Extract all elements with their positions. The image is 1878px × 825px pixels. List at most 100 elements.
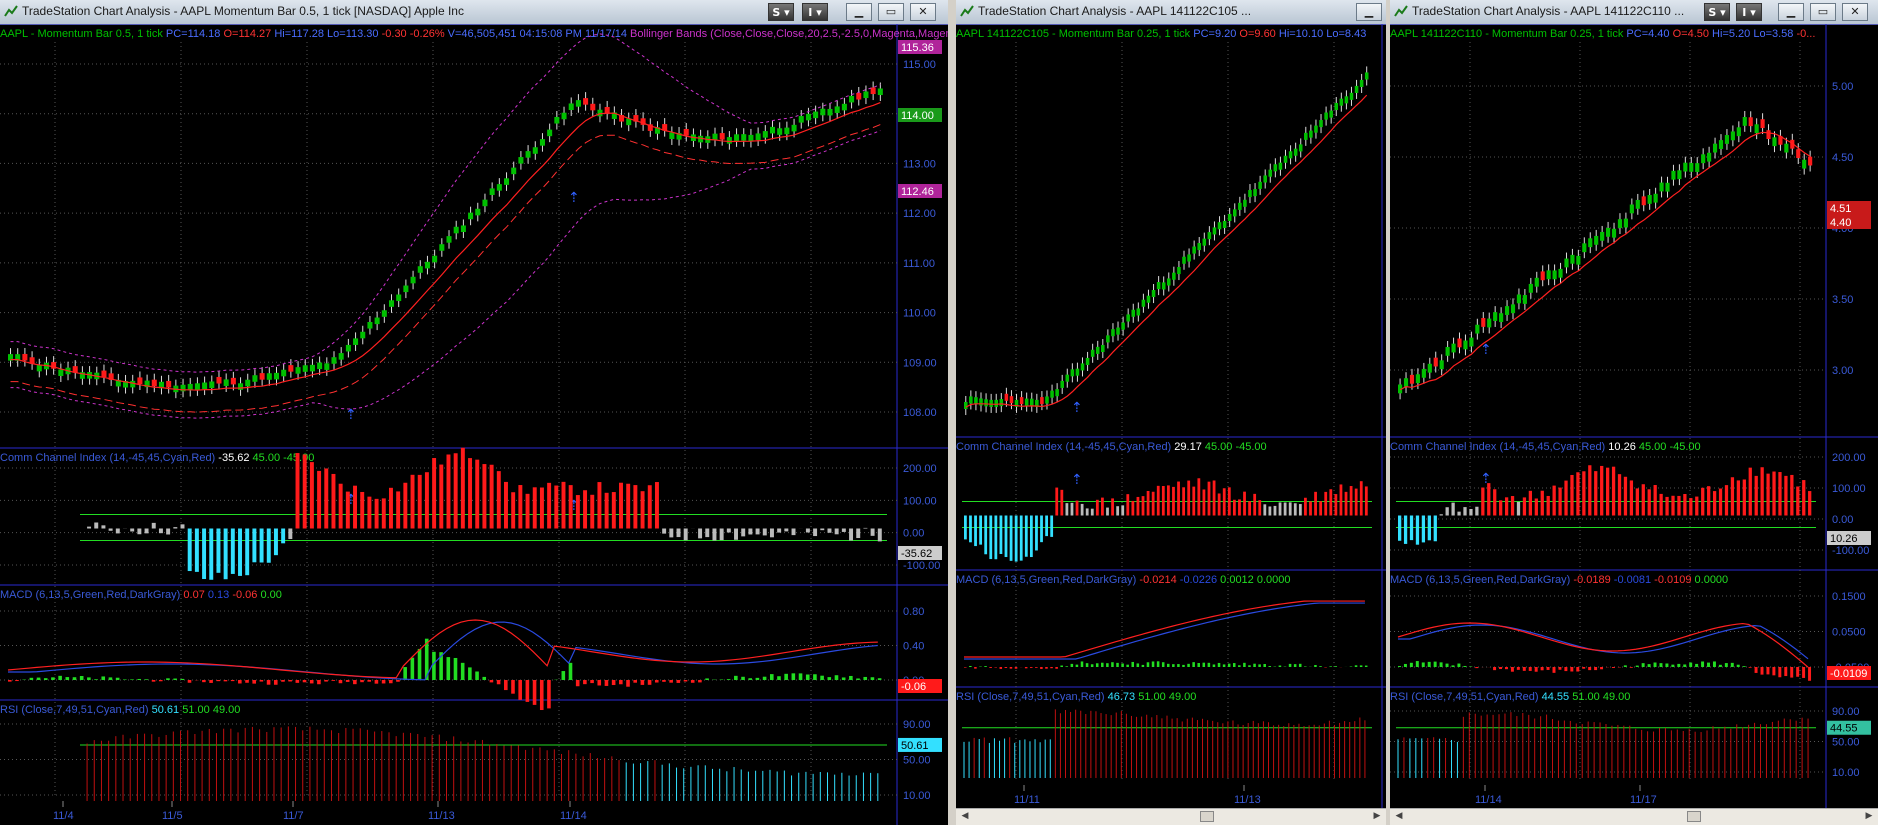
close-button[interactable]: ✕	[910, 3, 936, 21]
scroll-thumb[interactable]	[1687, 811, 1701, 822]
cci-bar	[863, 527, 868, 529]
minimize-button[interactable]: ▁	[1356, 3, 1382, 21]
cci-bar	[969, 515, 972, 543]
candlestick	[1742, 116, 1747, 126]
candlestick	[1304, 132, 1308, 140]
candlestick	[266, 373, 272, 380]
macd-histogram-bar	[1288, 663, 1292, 667]
axis-tick-label: 109.00	[903, 357, 937, 369]
cci-bar	[1606, 467, 1610, 516]
macd-histogram-bar	[1510, 667, 1514, 672]
cci-bar	[1457, 511, 1461, 516]
candlestick	[1600, 231, 1605, 241]
macd-histogram-bar	[1445, 663, 1449, 667]
candlestick	[1433, 357, 1438, 367]
chart-canvas[interactable]: AAPL 141122C105 - Momentum Bar 0.25, 1 t…	[956, 24, 1386, 809]
candlestick	[1493, 312, 1498, 321]
candlestick	[1095, 346, 1100, 354]
window-titlebar[interactable]: TradeStation Chart Analysis - AAPL 14112…	[956, 0, 1386, 25]
macd-histogram-bar	[561, 671, 566, 680]
maximize-button[interactable]: ▭	[1810, 3, 1836, 21]
cci-bar	[1268, 506, 1272, 516]
macd-histogram-bar	[1736, 664, 1740, 667]
cci-bar	[1463, 507, 1467, 516]
chart-canvas[interactable]: AAPL 141122C110 - Momentum Bar 0.25, 1 t…	[1390, 24, 1878, 809]
candlestick	[741, 134, 747, 141]
scroll-left-icon[interactable]: ◀	[1392, 810, 1406, 823]
macd-histogram-bar	[223, 680, 228, 682]
macd-histogram-bar	[877, 678, 882, 680]
cci-bar	[1187, 480, 1191, 516]
maximize-icon: ▭	[1817, 5, 1829, 18]
cci-bar	[698, 528, 703, 539]
macd-histogram-bar	[1060, 665, 1063, 667]
candlestick	[856, 92, 862, 100]
cci-bar	[532, 487, 537, 529]
macd-histogram-bar	[1197, 663, 1200, 667]
cci-bar	[827, 528, 832, 533]
cci-bar	[1126, 494, 1130, 516]
minimize-button[interactable]: ▁	[846, 3, 872, 21]
cci-bar	[834, 528, 839, 535]
scroll-left-icon[interactable]: ◀	[958, 810, 972, 823]
header-value: 0.0000	[1254, 574, 1291, 586]
candlestick	[1689, 162, 1694, 172]
macd-histogram-bar	[1222, 664, 1226, 667]
macd-histogram-bar	[1748, 667, 1752, 668]
scroll-right-icon[interactable]: ▶	[1862, 810, 1876, 823]
window-titlebar[interactable]: TradeStation Chart Analysis - AAPL 14112…	[1390, 0, 1878, 25]
horizontal-scrollbar[interactable]: ◀ ▶	[1390, 808, 1878, 825]
date-label: 11/13	[1234, 794, 1261, 806]
cci-bar	[1695, 496, 1699, 516]
date-label: 11/4	[53, 810, 74, 822]
cci-bar	[1258, 500, 1262, 516]
cci-bar	[1504, 497, 1509, 516]
close-button[interactable]: ✕	[1842, 3, 1868, 21]
macd-histogram-bar	[590, 680, 594, 684]
macd-histogram-bar	[1293, 664, 1297, 667]
candlestick	[273, 372, 280, 380]
candlestick	[1050, 390, 1054, 398]
chart-canvas[interactable]: AAPL - Momentum Bar 0.5, 1 tick PC=114.1…	[0, 24, 948, 825]
candlestick	[532, 147, 538, 154]
chart-window-aapl[interactable]: TradeStation Chart Analysis - AAPL Momen…	[0, 0, 948, 825]
indicator-dropdown-button[interactable]: I ▾	[802, 3, 828, 21]
minimize-button[interactable]: ▁	[1778, 3, 1804, 21]
cci-bar	[568, 485, 573, 529]
header-value: -0.06	[229, 589, 257, 601]
cci-bar	[604, 492, 609, 529]
cci-bar	[1576, 472, 1580, 516]
macd-histogram-bar	[1504, 667, 1508, 670]
header-value: -0.0081	[1611, 574, 1651, 586]
date-label: 11/14	[560, 810, 587, 822]
candlestick	[194, 383, 200, 390]
cci-bar	[1232, 499, 1236, 516]
chart-window-c105[interactable]: TradeStation Chart Analysis - AAPL 14112…	[956, 0, 1386, 825]
axis-tick-label: 90.00	[903, 719, 931, 731]
scroll-right-icon[interactable]: ▶	[1370, 810, 1384, 823]
indicator-dropdown-button[interactable]: I ▾	[1736, 3, 1762, 21]
candlestick	[1156, 282, 1161, 290]
candlestick	[1217, 222, 1222, 230]
signal-arrow-icon: ⇡	[568, 189, 580, 205]
candlestick	[769, 126, 776, 134]
cci-bar	[1080, 503, 1084, 516]
macd-histogram-bar	[252, 680, 257, 684]
axis-tick-label: 100.00	[903, 495, 937, 507]
axis-tick-label: 0.00	[903, 528, 924, 540]
cci-bar	[194, 528, 199, 572]
cci-bar	[1334, 494, 1338, 516]
scroll-thumb[interactable]	[1200, 811, 1214, 822]
style-dropdown-button[interactable]: S ▾	[1704, 3, 1730, 21]
maximize-button[interactable]: ▭	[878, 3, 904, 21]
macd-histogram-bar	[166, 678, 170, 680]
horizontal-scrollbar[interactable]: ◀ ▶	[956, 808, 1386, 825]
candlestick	[468, 212, 474, 220]
style-dropdown-button[interactable]: S ▾	[768, 3, 794, 21]
window-titlebar[interactable]: TradeStation Chart Analysis - AAPL Momen…	[0, 0, 948, 25]
chart-window-c110[interactable]: TradeStation Chart Analysis - AAPL 14112…	[1390, 0, 1878, 825]
cci-bar	[439, 464, 444, 529]
price-flag-label: -0.06	[901, 681, 926, 693]
macd-histogram-bar	[130, 679, 134, 680]
candlestick	[1309, 130, 1313, 138]
